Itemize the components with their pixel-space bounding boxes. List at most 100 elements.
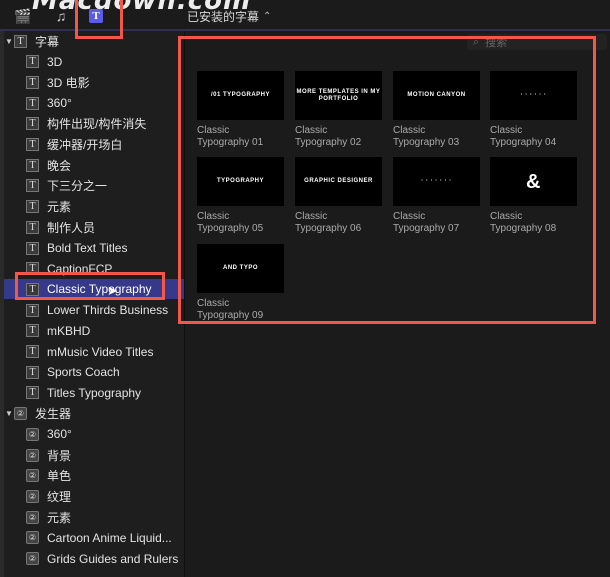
mouse-cursor: ➤ [107,283,118,298]
sidebar-item[interactable]: ② 360° [4,424,184,444]
sidebar-group-label: 发生器 [35,407,72,422]
tile-thumbnail[interactable]: MORE TEMPLATES IN MY PORTFOLIO [295,71,382,120]
disclosure-triangle-icon[interactable]: ▼ [4,409,14,418]
title-tile[interactable]: GRAPHIC DESIGNER Classic Typography 06 [295,157,382,235]
tile-thumbnail[interactable]: AND TYPO [197,244,284,293]
tile-label-line1: Classic [197,125,230,136]
sidebar-group-header[interactable]: ▼ ② 发生器 [4,404,184,424]
sidebar-item[interactable]: T 3D [4,52,184,72]
sidebar-item-label: 背景 [47,448,72,463]
sidebar-item[interactable]: T CaptionFCP [4,259,184,279]
titles-icon[interactable]: T [86,7,106,25]
sidebar-item-label: 缓冲器/开场白 [47,138,123,152]
sidebar-item-label: 360° [47,96,72,111]
title-tile[interactable]: TYPOGRAPHY Classic Typography 05 [197,157,284,235]
title-tile[interactable]: · · · · · · · Classic Typography 07 [393,157,480,235]
sidebar-item[interactable]: ② 纹理 [4,486,184,506]
sidebar-item-label: Classic Typography [47,282,152,297]
sidebar-item[interactable]: T Sports Coach [4,362,184,382]
tile-label-line2: Typography 09 [197,310,264,321]
title-tile[interactable]: & Classic Typography 08 [490,157,577,235]
sidebar-item[interactable]: ② Grids Guides and Rulers [4,549,184,569]
tile-label: Classic Typography 05 [197,211,284,235]
sidebar-item[interactable]: T 缓冲器/开场白 [4,135,184,155]
sidebar-item[interactable]: T 构件出现/构件消失 [4,114,184,134]
sidebar-item-label: 3D 电影 [47,75,90,90]
tile-label-line2: Typography 06 [295,223,362,234]
tile-label-line2: Typography 02 [295,137,362,148]
sidebar-item[interactable]: ② 单色 [4,466,184,486]
tile-thumbnail[interactable]: · · · · · · · [393,157,480,206]
tile-thumbnail[interactable]: TYPOGRAPHY [197,157,284,206]
sidebar-item[interactable]: T Bold Text Titles [4,238,184,258]
title-icon: T [26,262,39,276]
generator-icon: ② [26,552,39,565]
title-icon: T [26,138,39,151]
tile-thumbnail[interactable]: · · · · · · [490,71,577,120]
title-tile[interactable]: MORE TEMPLATES IN MY PORTFOLIO Classic Typ… [295,71,382,149]
sidebar-group-header[interactable]: ▼ T 字幕 [4,31,184,51]
sidebar-item-label: CaptionFCP [47,261,113,276]
title-icon: T [26,158,39,172]
title-tile[interactable]: · · · · · · Classic Typography 04 [490,71,577,149]
tile-label-line1: Classic [295,125,328,136]
sidebar-item-label: 单色 [47,469,72,484]
tile-thumbnail[interactable]: /01 TYPOGRAPHY [197,71,284,120]
title-tile[interactable]: MOTION CANYON Classic Typography 03 [393,71,480,149]
tile-label-line1: Classic [490,211,523,222]
generator-icon: ② [26,469,39,483]
sidebar-item[interactable]: TmMusic Video Titles [4,342,184,362]
sidebar-item[interactable]: T 晚会 [4,155,184,175]
sidebar-item[interactable]: T 3D 电影 [4,72,184,92]
sidebar-item[interactable]: T 下三分之一 [4,176,184,196]
tile-label-line1: Classic [393,211,426,222]
sidebar-item-label: 元素 [47,510,72,525]
dropdown-label: 已安装的字幕 [187,10,260,24]
title-icon: T [26,365,39,379]
generator-icon: ② [26,510,39,524]
sidebar-item[interactable]: ② 元素 [4,507,184,527]
search-icon: ⌕ [473,35,480,48]
title-icon: T [26,282,39,296]
sidebar-item-label: Lower Thirds Business [47,303,169,318]
sidebar-item-label: 晚会 [47,158,72,173]
generator-icon: ② [26,427,39,441]
sidebar-item-label: 纹理 [47,489,72,504]
title-icon: T [26,241,39,255]
title-icon: T [26,324,39,338]
clapper-icon[interactable]: 🎬 [13,7,33,25]
sidebar-item[interactable]: T Titles Typography [4,383,184,403]
tile-label-line2: Typography 01 [197,137,264,148]
sidebar-item[interactable]: T 元素 [4,197,184,217]
tile-label: Classic Typography 01 [197,125,284,149]
tile-thumbnail[interactable]: & [490,157,577,206]
sidebar-item-label: Sports Coach [47,365,120,380]
sidebar-item[interactable]: T 制作人员 [4,217,184,237]
title-tile[interactable]: AND TYPO Classic Typography 09 [197,244,284,322]
chevron-updown-icon: ⌃ [263,11,272,22]
sidebar-item[interactable]: ② 背景 [4,445,184,465]
sidebar-item[interactable]: TmKBHD [4,321,184,341]
generator-icon: ② [26,448,39,462]
title-icon: T [26,96,39,110]
tile-label-line1: Classic [295,211,328,222]
sidebar-item-label: Cartoon Anime Liquid... [47,530,172,545]
installed-titles-dropdown[interactable]: 已安装的字幕 ⌃ [187,8,271,25]
title-tile[interactable]: /01 TYPOGRAPHY Classic Typography 01 [197,71,284,149]
sidebar-item[interactable]: T Classic Typography [4,279,184,300]
tile-label-line2: Typography 07 [393,223,460,234]
search-field[interactable]: ⌕ 搜索 [467,34,607,50]
music-photo-icon[interactable]: ♫ [51,7,71,25]
tile-label: Classic Typography 04 [490,125,577,149]
tile-label-line1: Classic [490,125,523,136]
sidebar-item[interactable]: T Lower Thirds Business [4,300,184,320]
sidebar-item[interactable]: ② Cartoon Anime Liquid... [4,528,184,548]
disclosure-triangle-icon[interactable]: ▼ [4,37,14,46]
sidebar-item-label: 元素 [47,200,72,215]
tile-label-line1: Classic [197,211,230,222]
tile-thumbnail[interactable]: GRAPHIC DESIGNER [295,157,382,206]
search-placeholder: 搜索 [485,37,508,49]
sidebar-item[interactable]: T 360° [4,93,184,113]
sidebar-item-label: 构件出现/构件消失 [47,117,147,132]
tile-thumbnail[interactable]: MOTION CANYON [393,71,480,120]
